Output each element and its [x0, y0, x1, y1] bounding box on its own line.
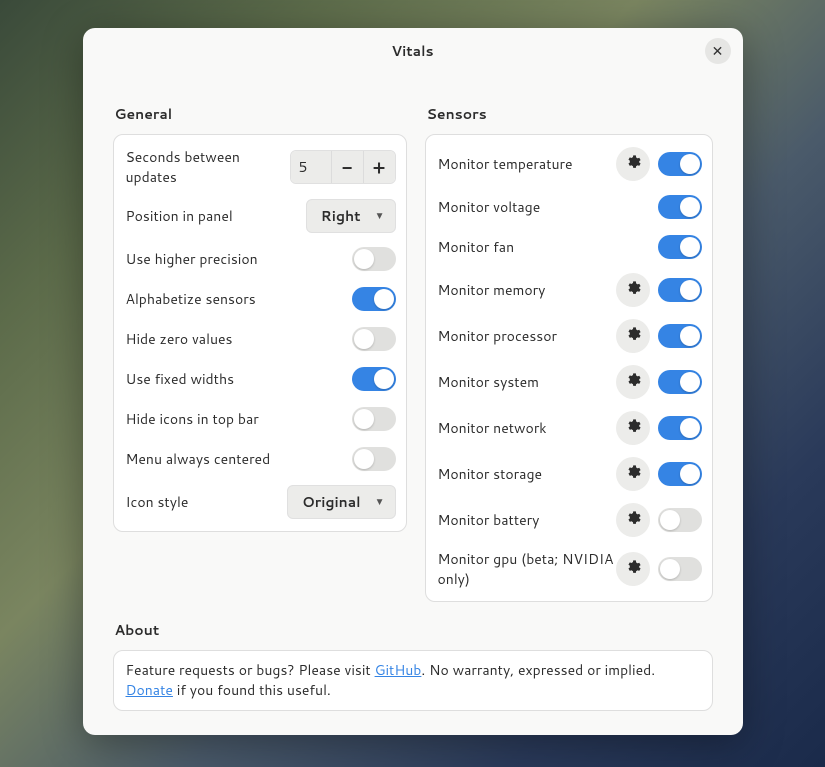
- general-heading: General: [115, 104, 407, 124]
- about-panel: Feature requests or bugs? Please visit G…: [113, 650, 713, 711]
- sensor-label: Monitor temperature: [438, 154, 616, 174]
- sensor-row: Monitor gpu (beta; NVIDIA only): [426, 543, 712, 595]
- sensor-switch[interactable]: [658, 462, 702, 486]
- menu-centered-label: Menu always centered: [126, 449, 352, 469]
- row-hide-zero: Hide zero values: [114, 319, 406, 359]
- sensor-settings-button[interactable]: [616, 319, 650, 353]
- row-menu-centered: Menu always centered: [114, 439, 406, 479]
- sensor-row: Monitor storage: [426, 451, 712, 497]
- settings-window: Vitals ✕ General Seconds between updates…: [83, 28, 743, 735]
- about-heading: About: [115, 620, 713, 640]
- sensor-label: Monitor memory: [438, 280, 616, 300]
- sensor-row: Monitor memory: [426, 267, 712, 313]
- sensor-row: Monitor system: [426, 359, 712, 405]
- window-title: Vitals: [391, 41, 433, 61]
- sensors-heading: Sensors: [427, 104, 713, 124]
- sensor-switch[interactable]: [658, 195, 702, 219]
- seconds-label: Seconds between updates: [126, 147, 290, 187]
- alphabetize-label: Alphabetize sensors: [126, 289, 352, 309]
- gear-icon: [625, 371, 641, 394]
- sensor-switch[interactable]: [658, 152, 702, 176]
- sensor-row: Monitor processor: [426, 313, 712, 359]
- sensor-switch[interactable]: [658, 508, 702, 532]
- donate-link[interactable]: Donate: [126, 680, 173, 700]
- sensors-panel: Monitor temperature Monitor voltage Monito…: [425, 134, 713, 602]
- hide-zero-switch[interactable]: [352, 327, 396, 351]
- gear-icon: [625, 417, 641, 440]
- seconds-value[interactable]: 5: [291, 151, 331, 183]
- gear-icon: [625, 558, 641, 581]
- github-link[interactable]: GitHub: [375, 660, 422, 680]
- sensor-label: Monitor voltage: [438, 197, 658, 217]
- sensor-settings-button[interactable]: [616, 411, 650, 445]
- gear-icon: [625, 325, 641, 348]
- position-value: Right: [321, 206, 361, 226]
- gear-icon: [625, 279, 641, 302]
- fixed-widths-label: Use fixed widths: [126, 369, 352, 389]
- titlebar: Vitals ✕: [83, 28, 743, 74]
- row-position-in-panel: Position in panel Right ▼: [114, 193, 406, 239]
- sensor-settings-button[interactable]: [616, 147, 650, 181]
- row-alphabetize: Alphabetize sensors: [114, 279, 406, 319]
- icon-style-label: Icon style: [126, 492, 288, 512]
- sensor-switch[interactable]: [658, 557, 702, 581]
- alphabetize-switch[interactable]: [352, 287, 396, 311]
- about-text-suffix: if you found this useful.: [173, 680, 331, 700]
- gear-icon: [625, 463, 641, 486]
- sensor-row: Monitor battery: [426, 497, 712, 543]
- row-fixed-widths: Use fixed widths: [114, 359, 406, 399]
- about-text-mid: . No warranty, expressed or implied.: [421, 660, 655, 680]
- sensor-label: Monitor processor: [438, 326, 616, 346]
- sensor-switch[interactable]: [658, 370, 702, 394]
- hide-icons-label: Hide icons in top bar: [126, 409, 352, 429]
- sensor-label: Monitor network: [438, 418, 616, 438]
- sensor-label: Monitor fan: [438, 237, 658, 257]
- fixed-widths-switch[interactable]: [352, 367, 396, 391]
- gear-icon: [625, 509, 641, 532]
- about-text-prefix: Feature requests or bugs? Please visit: [126, 660, 375, 680]
- sensor-settings-button[interactable]: [616, 273, 650, 307]
- general-panel: Seconds between updates 5 − + Position i…: [113, 134, 407, 532]
- sensor-row: Monitor fan: [426, 227, 712, 267]
- seconds-increment-button[interactable]: +: [363, 151, 395, 183]
- close-button[interactable]: ✕: [705, 38, 731, 64]
- seconds-stepper: 5 − +: [290, 150, 396, 184]
- sensor-label: Monitor storage: [438, 464, 616, 484]
- sensor-label: Monitor system: [438, 372, 616, 392]
- row-icon-style: Icon style Original ▼: [114, 479, 406, 525]
- sensor-switch[interactable]: [658, 278, 702, 302]
- higher-precision-label: Use higher precision: [126, 249, 352, 269]
- position-dropdown[interactable]: Right ▼: [306, 199, 396, 233]
- sensor-label: Monitor battery: [438, 510, 616, 530]
- sensor-switch[interactable]: [658, 324, 702, 348]
- sensor-settings-button[interactable]: [616, 365, 650, 399]
- row-hide-icons: Hide icons in top bar: [114, 399, 406, 439]
- sensor-row: Monitor temperature: [426, 141, 712, 187]
- sensor-label: Monitor gpu (beta; NVIDIA only): [438, 549, 616, 589]
- sensor-settings-button[interactable]: [616, 552, 650, 586]
- sensor-settings-button[interactable]: [616, 457, 650, 491]
- gear-icon: [625, 153, 641, 176]
- seconds-decrement-button[interactable]: −: [331, 151, 363, 183]
- chevron-down-icon: ▼: [375, 209, 385, 223]
- sensor-row: Monitor voltage: [426, 187, 712, 227]
- row-higher-precision: Use higher precision: [114, 239, 406, 279]
- row-seconds-between-updates: Seconds between updates 5 − +: [114, 141, 406, 193]
- menu-centered-switch[interactable]: [352, 447, 396, 471]
- chevron-down-icon: ▼: [375, 495, 385, 509]
- close-icon: ✕: [712, 41, 724, 61]
- sensor-settings-button[interactable]: [616, 503, 650, 537]
- hide-icons-switch[interactable]: [352, 407, 396, 431]
- position-label: Position in panel: [126, 206, 306, 226]
- icon-style-dropdown[interactable]: Original ▼: [287, 485, 395, 519]
- sensor-row: Monitor network: [426, 405, 712, 451]
- sensor-switch[interactable]: [658, 416, 702, 440]
- icon-style-value: Original: [302, 492, 360, 512]
- hide-zero-label: Hide zero values: [126, 329, 352, 349]
- higher-precision-switch[interactable]: [352, 247, 396, 271]
- sensor-switch[interactable]: [658, 235, 702, 259]
